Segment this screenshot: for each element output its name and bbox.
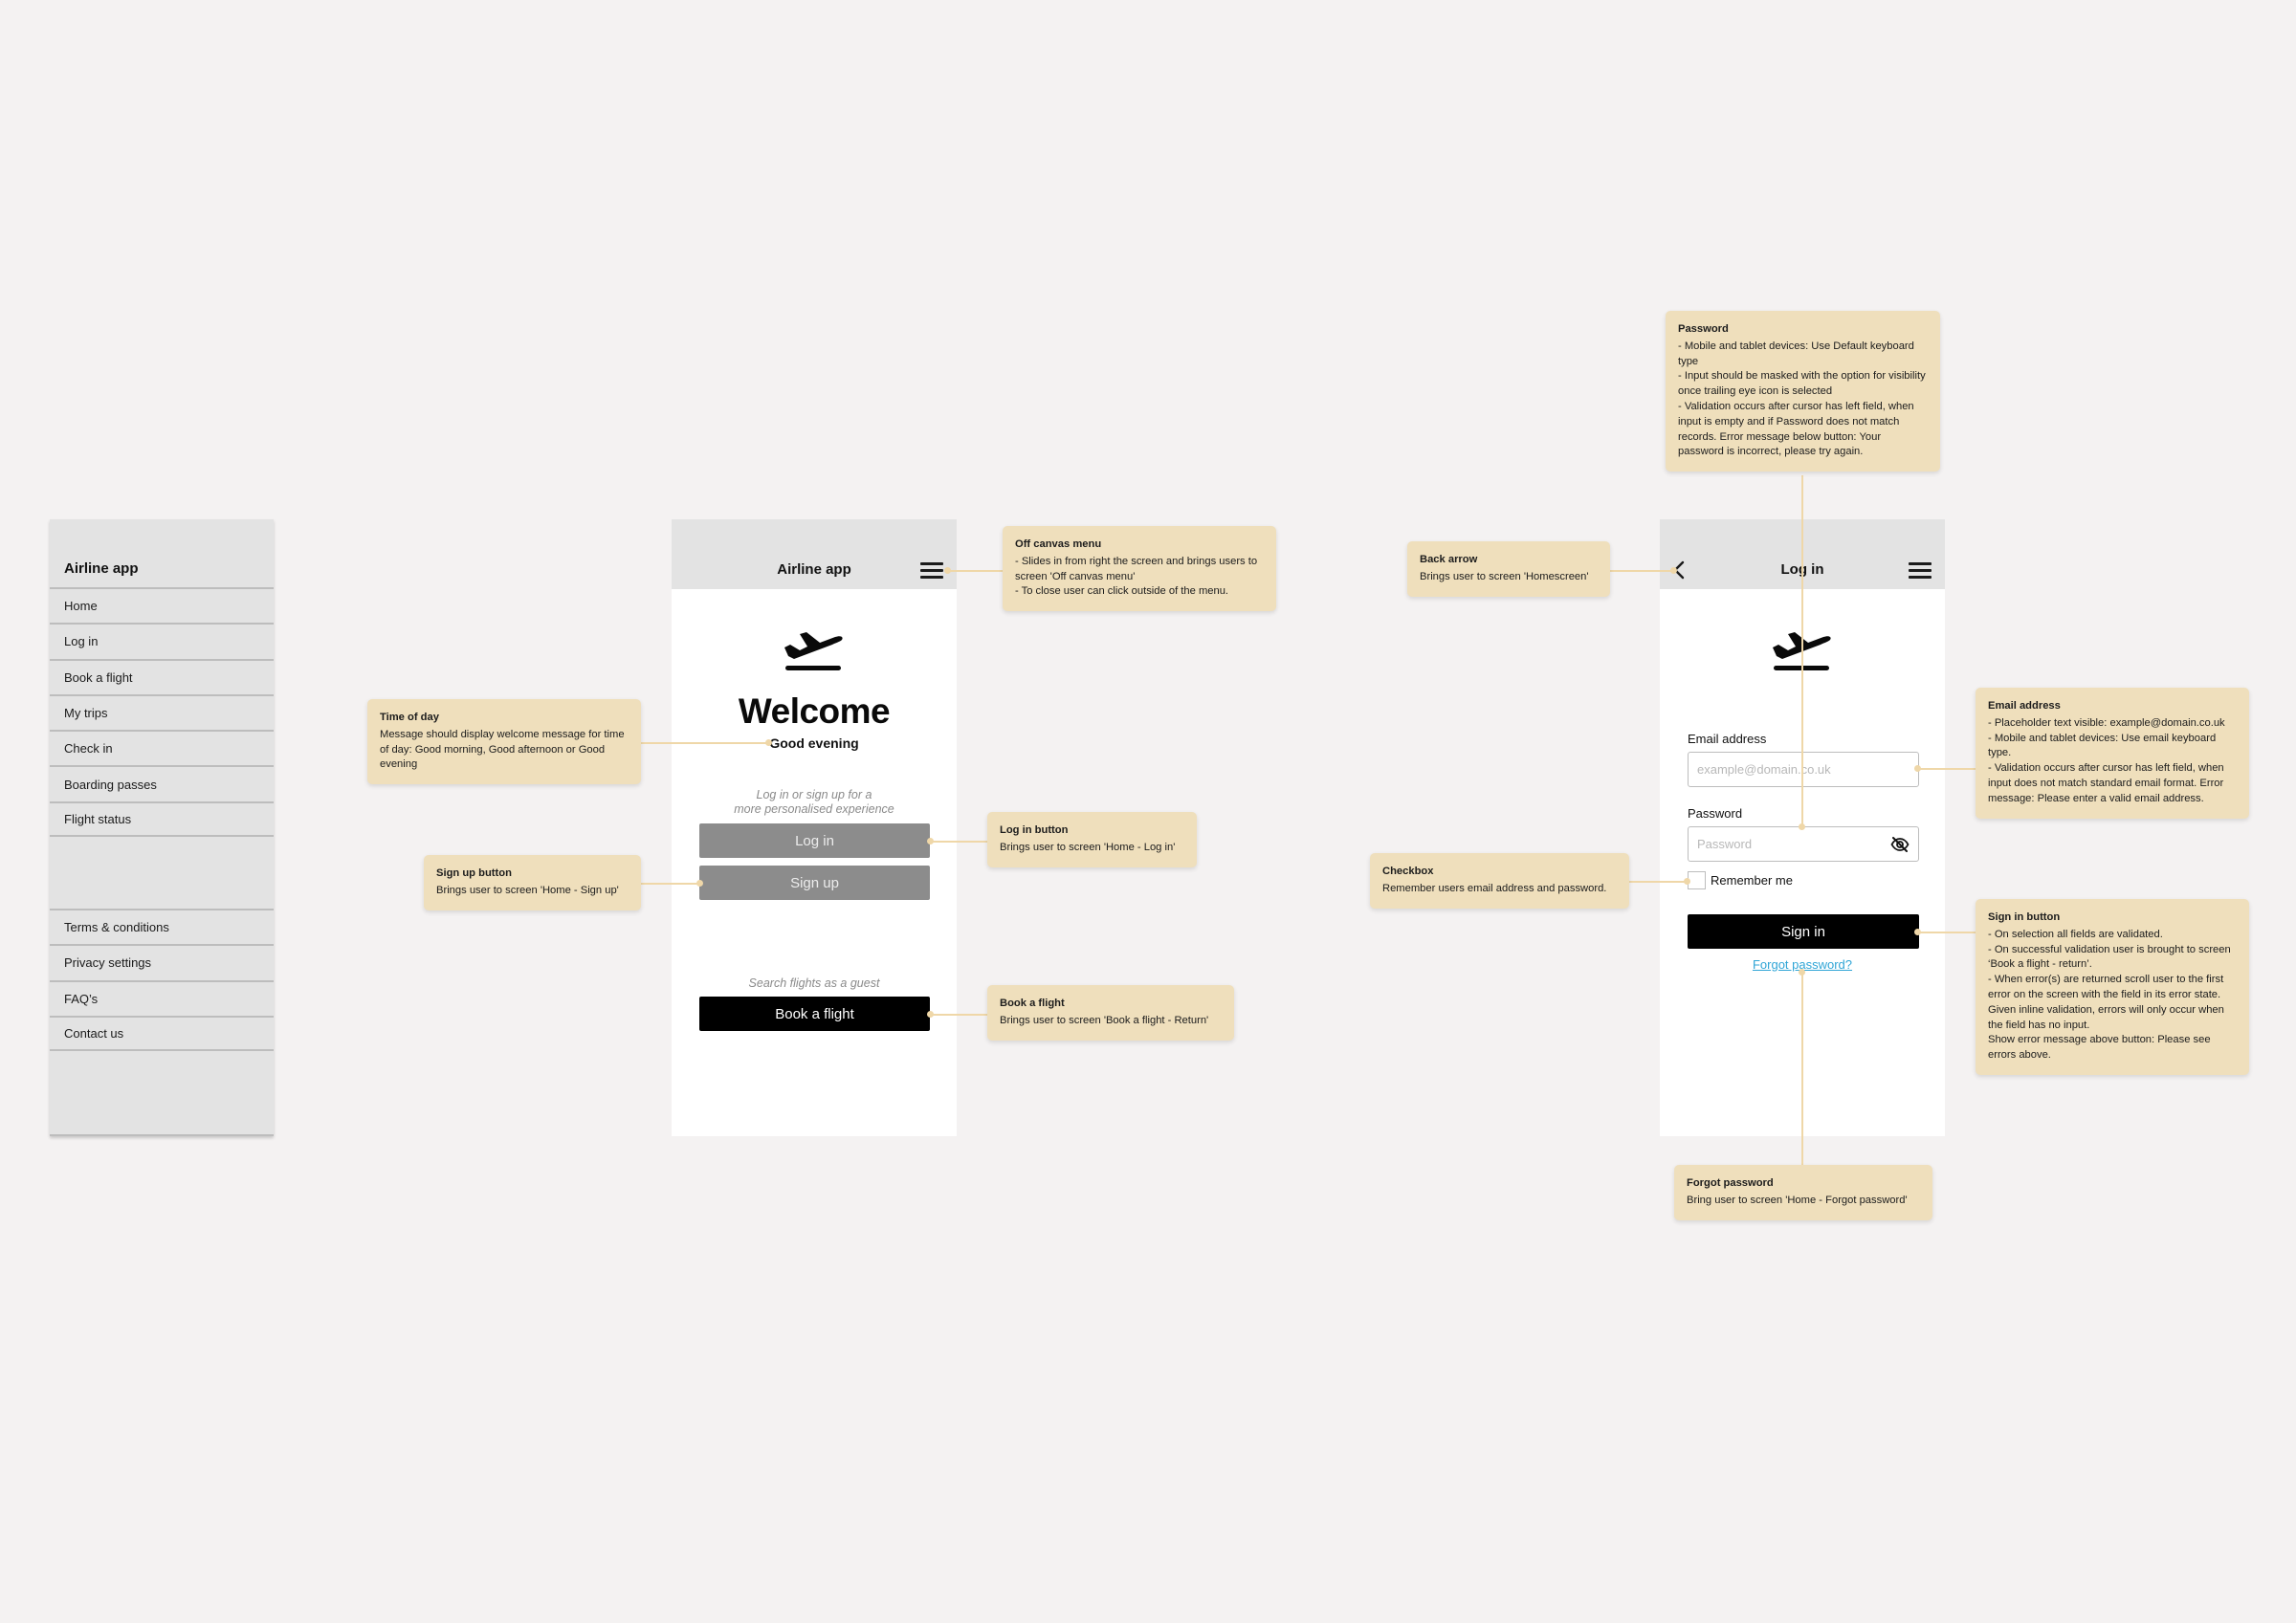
remember-me-label: Remember me xyxy=(1711,873,1793,888)
menu-item-log-in[interactable]: Log in xyxy=(50,623,274,658)
menu-primary-list: Home Log in Book a flight My trips Check… xyxy=(50,587,274,838)
annotation-back-arrow: Back arrow Brings user to screen 'Homesc… xyxy=(1407,541,1610,597)
password-input[interactable]: Password xyxy=(1688,826,1919,862)
annotation-body: - On selection all fields are validated.… xyxy=(1988,928,2231,1062)
connector-dot xyxy=(1684,878,1690,885)
design-canvas: Airline app Home Log in Book a flight My… xyxy=(0,0,2296,1623)
annotation-title: Log in button xyxy=(1000,824,1069,836)
header-title: Airline app xyxy=(777,561,851,578)
email-input[interactable]: example@domain.co.uk xyxy=(1688,752,1919,787)
connector-line xyxy=(947,570,1003,572)
connector-line xyxy=(1609,570,1673,572)
menu-title: Airline app xyxy=(64,560,139,577)
menu-item-my-trips[interactable]: My trips xyxy=(50,693,274,730)
hamburger-icon[interactable] xyxy=(1909,562,1932,579)
connector-dot xyxy=(1914,765,1921,772)
annotation-body: - Placeholder text visible: example@doma… xyxy=(1988,716,2225,804)
menu-item-home[interactable]: Home xyxy=(50,587,274,623)
hamburger-icon[interactable] xyxy=(920,562,943,579)
connector-dot xyxy=(1799,823,1805,830)
annotation-log-in-button: Log in button Brings user to screen 'Hom… xyxy=(987,812,1197,867)
annotation-title: Time of day xyxy=(380,712,439,723)
menu-item-flight-status[interactable]: Flight status xyxy=(50,801,274,838)
guest-hint: Search flights as a guest xyxy=(748,976,880,990)
annotation-title: Book a flight xyxy=(1000,998,1065,1009)
annotation-body: Brings user to screen 'Homescreen' xyxy=(1420,570,1589,582)
login-hint-line-1: Log in or sign up for a xyxy=(756,788,872,801)
eye-off-icon[interactable] xyxy=(1890,836,1910,853)
annotation-title: Off canvas menu xyxy=(1015,538,1102,550)
annotation-title: Forgot password xyxy=(1687,1177,1774,1189)
connector-line xyxy=(930,1014,987,1016)
connector-line xyxy=(1801,972,1803,1165)
menu-item-faqs[interactable]: FAQ’s xyxy=(50,979,274,1016)
app-header: Airline app xyxy=(672,519,957,589)
connector-dot xyxy=(696,880,703,887)
annotation-off-canvas-menu: Off canvas menu - Slides in from right t… xyxy=(1003,526,1276,612)
password-placeholder: Password xyxy=(1697,837,1753,851)
menu-item-boarding-passes[interactable]: Boarding passes xyxy=(50,765,274,801)
connector-dot xyxy=(765,739,772,746)
menu-item-book-a-flight[interactable]: Book a flight xyxy=(50,658,274,694)
annotation-title: Password xyxy=(1678,323,1729,335)
annotation-body: Brings user to screen 'Book a flight - R… xyxy=(1000,1014,1209,1026)
annotation-title: Email address xyxy=(1988,700,2061,712)
connector-dot xyxy=(944,567,951,574)
annotation-body: - Slides in from right the screen and br… xyxy=(1015,555,1258,598)
annotation-body: Remember users email address and passwor… xyxy=(1382,882,1607,894)
menu-item-terms[interactable]: Terms & conditions xyxy=(50,909,274,944)
annotation-title: Sign in button xyxy=(1988,911,2061,923)
connector-dot xyxy=(927,1011,934,1018)
connector-dot xyxy=(1914,929,1921,935)
log-in-button[interactable]: Log in xyxy=(699,823,930,858)
annotation-title: Back arrow xyxy=(1420,554,1478,565)
sign-in-button[interactable]: Sign in xyxy=(1688,914,1919,949)
connector-dot xyxy=(1670,567,1677,574)
annotation-forgot-password: Forgot password Bring user to screen 'Ho… xyxy=(1674,1165,1932,1220)
connector-line xyxy=(1917,768,1976,770)
connector-line xyxy=(1917,932,1976,933)
annotation-body: Brings user to screen 'Home - Sign up' xyxy=(436,884,619,896)
annotation-title: Checkbox xyxy=(1382,866,1434,877)
connector-line xyxy=(640,742,769,744)
annotation-sign-in-button: Sign in button - On selection all fields… xyxy=(1976,899,2249,1075)
connector-line xyxy=(930,841,987,843)
annotation-password: Password - Mobile and tablet devices: Us… xyxy=(1666,311,1940,472)
annotation-time-of-day: Time of day Message should display welco… xyxy=(367,699,641,785)
sign-up-button[interactable]: Sign up xyxy=(699,866,930,900)
plane-departure-icon xyxy=(784,632,843,670)
connector-dot xyxy=(1799,969,1805,976)
password-label: Password xyxy=(1688,806,1743,821)
menu-item-privacy[interactable]: Privacy settings xyxy=(50,944,274,979)
connector-line xyxy=(1801,475,1803,827)
connector-line xyxy=(1628,881,1688,883)
menu-item-check-in[interactable]: Check in xyxy=(50,730,274,765)
welcome-heading: Welcome xyxy=(738,691,891,731)
annotation-title: Sign up button xyxy=(436,867,512,879)
annotation-body: Message should display welcome message f… xyxy=(380,728,625,771)
annotation-book-a-flight: Book a flight Brings user to screen 'Boo… xyxy=(987,985,1234,1041)
menu-secondary-list: Terms & conditions Privacy settings FAQ’… xyxy=(50,909,274,1052)
connector-dot xyxy=(927,838,934,844)
annotation-sign-up-button: Sign up button Brings user to screen 'Ho… xyxy=(424,855,641,910)
annotation-email-address: Email address - Placeholder text visible… xyxy=(1976,688,2249,819)
annotation-checkbox: Checkbox Remember users email address an… xyxy=(1370,853,1629,909)
home-screen-frame: Airline app Welcome Good evening Log in … xyxy=(672,519,957,1136)
annotation-body: - Mobile and tablet devices: Use Default… xyxy=(1678,340,1926,458)
off-canvas-menu-frame: Airline app Home Log in Book a flight My… xyxy=(50,519,274,1136)
login-hint-line-2: more personalised experience xyxy=(734,802,894,816)
book-a-flight-button[interactable]: Book a flight xyxy=(699,997,930,1031)
menu-item-contact[interactable]: Contact us xyxy=(50,1015,274,1052)
annotation-body: Bring user to screen 'Home - Forgot pass… xyxy=(1687,1194,1908,1206)
email-label: Email address xyxy=(1688,732,1767,746)
annotation-body: Brings user to screen 'Home - Log in' xyxy=(1000,841,1176,853)
connector-line xyxy=(640,883,700,885)
